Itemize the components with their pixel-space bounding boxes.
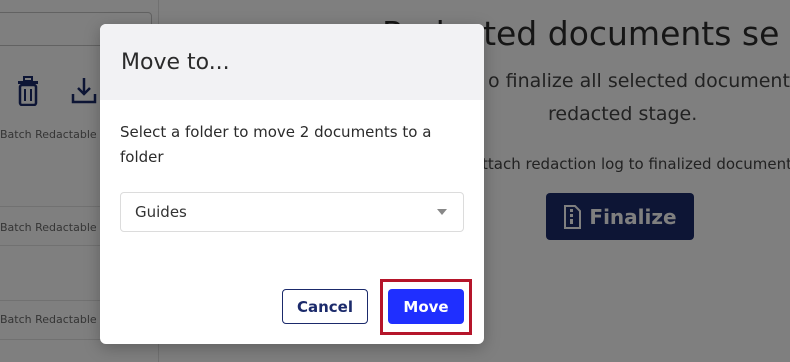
app-page: Batch Redactable Batch Redactable Batch … (0, 0, 790, 362)
cancel-button[interactable]: Cancel (282, 289, 368, 324)
move-to-dialog: Move to... Select a folder to move 2 doc… (100, 24, 484, 344)
dialog-header: Move to... (100, 24, 484, 100)
chevron-down-icon (437, 209, 447, 215)
dialog-title: Move to... (121, 49, 230, 75)
dialog-message: Select a folder to move 2 documents to a… (120, 123, 432, 166)
move-button[interactable]: Move (388, 289, 464, 324)
folder-select[interactable]: Guides (120, 192, 464, 232)
folder-select-value: Guides (135, 203, 187, 221)
